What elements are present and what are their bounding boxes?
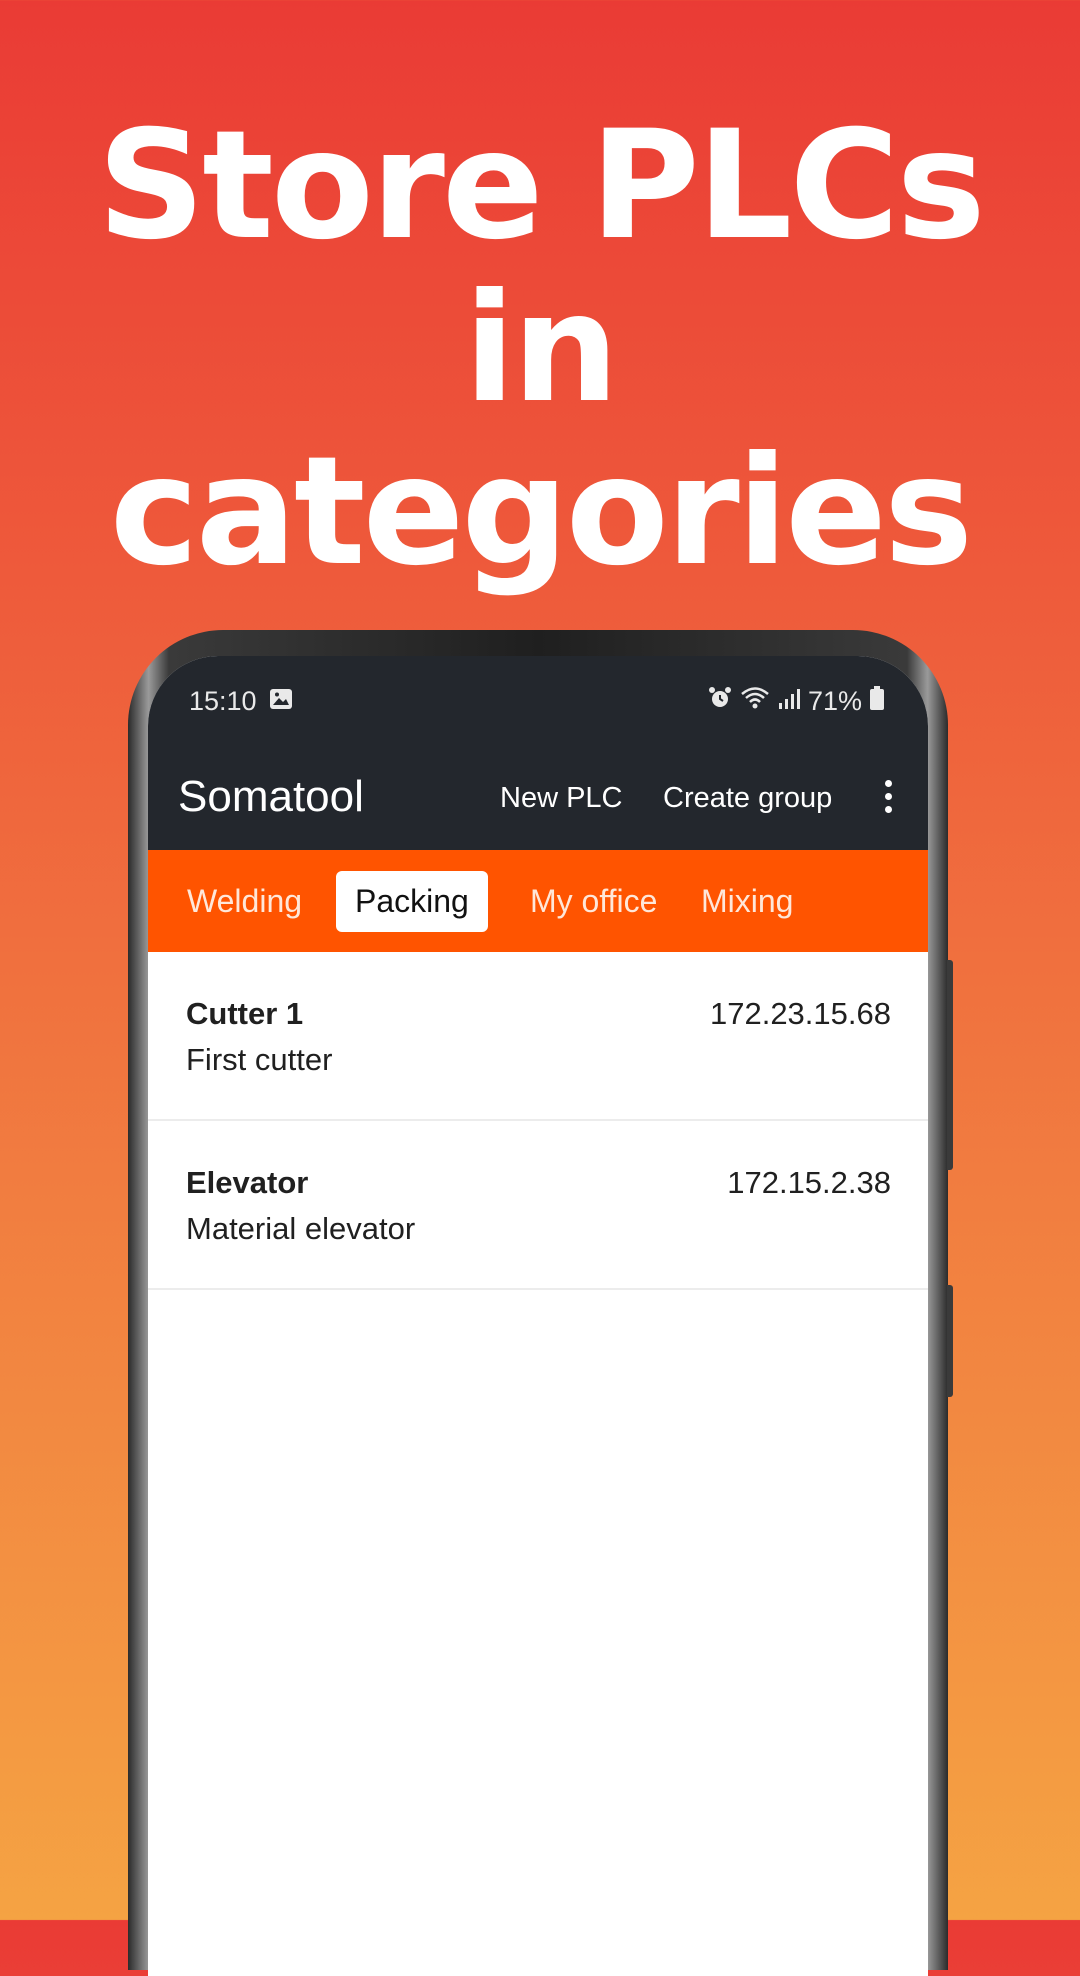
new-plc-button[interactable]: New PLC bbox=[500, 782, 623, 815]
app-title: Somatool bbox=[178, 772, 364, 821]
phone-screen: 15:10 71% Somatool New PLC Create group … bbox=[148, 656, 928, 1976]
plc-list-item[interactable]: Elevator Material elevator 172.15.2.38 bbox=[148, 1121, 928, 1290]
alarm-icon bbox=[708, 686, 732, 717]
status-bar: 15:10 71% bbox=[148, 656, 928, 746]
plc-name: Cutter 1 bbox=[186, 996, 304, 1031]
phone-power-button bbox=[947, 1285, 953, 1397]
status-time: 15:10 bbox=[189, 686, 257, 716]
plc-description: Material elevator bbox=[186, 1211, 416, 1246]
plc-list-item[interactable]: Cutter 1 First cutter 172.23.15.68 bbox=[148, 952, 928, 1121]
more-options-icon[interactable] bbox=[878, 780, 898, 820]
signal-icon bbox=[778, 686, 800, 717]
tab-packing[interactable]: Packing bbox=[336, 871, 488, 932]
phone-frame: 15:10 71% Somatool New PLC Create group … bbox=[128, 630, 953, 1976]
headline-line-1: Store PLCs bbox=[97, 99, 986, 273]
wifi-icon bbox=[740, 686, 770, 717]
headline-line-3: categories bbox=[109, 425, 973, 599]
promo-headline: Store PLCs in categories bbox=[0, 105, 1080, 594]
headline-line-2: in bbox=[463, 262, 619, 436]
app-toolbar: Somatool New PLC Create group bbox=[148, 746, 928, 850]
tab-mixing[interactable]: Mixing bbox=[682, 871, 812, 932]
tab-my-office[interactable]: My office bbox=[511, 871, 676, 932]
tab-welding[interactable]: Welding bbox=[168, 871, 321, 932]
create-group-button[interactable]: Create group bbox=[663, 782, 832, 815]
plc-list: Cutter 1 First cutter 172.23.15.68 Eleva… bbox=[148, 952, 928, 1290]
group-tabs: Welding Packing My office Mixing bbox=[148, 850, 928, 952]
battery-icon bbox=[870, 686, 884, 717]
image-notification-icon bbox=[269, 686, 293, 717]
phone-volume-button bbox=[947, 960, 953, 1170]
plc-description: First cutter bbox=[186, 1042, 333, 1077]
battery-percent: 71% bbox=[807, 686, 862, 716]
plc-name: Elevator bbox=[186, 1165, 309, 1200]
plc-ip-address: 172.23.15.68 bbox=[709, 996, 891, 1031]
plc-ip-address: 172.15.2.38 bbox=[727, 1165, 891, 1200]
